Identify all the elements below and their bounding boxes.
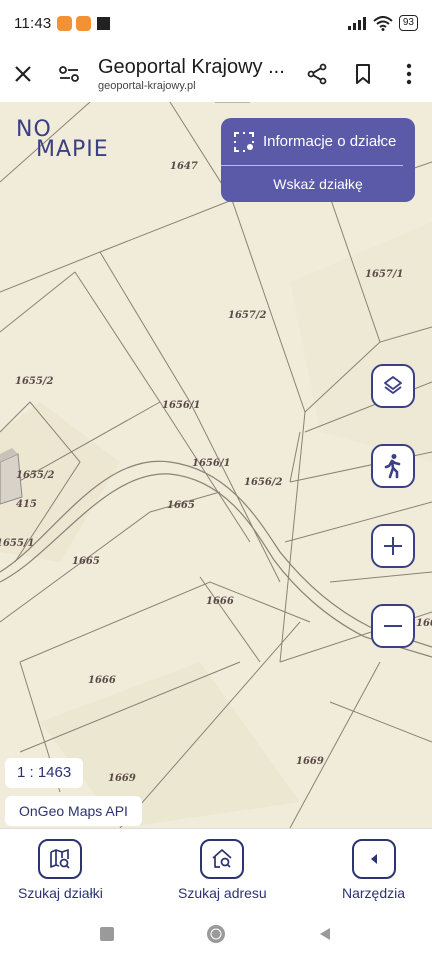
select-parcel-button[interactable]: Wskaż działkę [221,166,415,202]
more-vert-icon[interactable] [386,51,432,97]
tune-icon[interactable] [46,51,92,97]
map-search-icon [38,839,83,879]
signal-icon [347,17,366,30]
page-title-block[interactable]: Geoportal Krajowy ... geoportal-krajowy.… [92,56,294,92]
battery-indicator: 93 [398,15,418,31]
zoom-in-icon [384,537,402,555]
parcel-map[interactable]: 1647 1657/1 1657/2 1655/2 1656/1 1656/1 … [0,102,432,828]
select-parcel-icon [234,131,254,152]
search-address-nav-item[interactable]: Szukaj adresu [178,839,267,901]
page-title: Geoportal Krajowy ... [98,56,285,78]
logo-line-2: MAPIE [36,137,109,162]
parcel-label: 1666 [88,675,116,686]
parcel-label: 166 [416,618,432,629]
app-logo: NO MAPIE [16,119,109,162]
parcel-label: 1656/2 [244,477,282,488]
search-parcel-label: Szukaj działki [18,885,103,901]
browser-toolbar: Geoportal Krajowy ... geoportal-krajowy.… [0,46,432,102]
notification-icon [76,15,92,31]
parcel-info-header[interactable]: Informacje o działce [221,118,403,166]
parcel-label: 1656/1 [162,400,200,411]
zoom-out-icon [384,625,402,627]
search-parcel-nav-item[interactable]: Szukaj działki [18,839,103,901]
layers-button[interactable] [371,364,415,408]
chevron-left-icon [351,839,396,879]
parcel-label: 1647 [170,161,198,172]
tools-label: Narzędzia [342,885,406,901]
parcel-label: 1666 [206,596,234,607]
notification-icon [97,16,111,30]
parcel-label: 1655/2 [15,376,53,387]
recents-icon[interactable] [99,926,115,942]
layers-icon [384,376,402,394]
parcel-label: 1657/2 [228,310,266,321]
search-address-label: Szukaj adresu [178,885,267,901]
status-indicators: 93 [347,15,418,31]
page-url: geoportal-krajowy.pl [98,80,196,92]
parcel-info-title: Informacje o działce [263,133,397,150]
parcel-label: 1657/1 [365,269,403,280]
parcel-label: 415 [16,499,37,510]
parcel-label: 1669 [296,756,324,767]
map-view[interactable]: 1647 1657/1 1657/2 1655/2 1656/1 1656/1 … [0,102,432,828]
parcel-info-panel: Informacje o działce Wskaż działkę [221,118,415,202]
walk-button[interactable] [371,444,415,488]
zoom-in-button[interactable] [371,524,415,568]
map-attribution[interactable]: OnGeo Maps API [5,796,142,826]
close-icon[interactable] [0,51,46,97]
back-icon[interactable] [317,926,333,942]
parcel-label: 1656/1 [192,458,230,469]
walk-icon [384,454,401,479]
bottom-navigation: Szukaj działki Szukaj adresu Narzędzia [0,828,432,908]
notification-icon [57,15,73,31]
zoom-out-button[interactable] [371,604,415,648]
home-search-icon [200,839,245,879]
parcel-label: 1665 [72,556,100,567]
parcel-label: 1665 [167,500,195,511]
parcel-label: 1655/2 [16,470,54,481]
bookmark-icon[interactable] [340,51,386,97]
parcel-label: 1655/1 [0,538,34,549]
system-navigation [0,908,432,960]
status-time: 11:43 [14,14,52,32]
share-icon[interactable] [294,51,340,97]
map-scale: 1 : 1463 [5,758,84,788]
status-bar: 11:43 93 [0,0,432,46]
home-icon[interactable] [205,923,227,945]
tools-nav-item[interactable]: Narzędzia [342,839,405,901]
wifi-icon [373,15,393,31]
parcel-label: 1669 [108,773,136,784]
